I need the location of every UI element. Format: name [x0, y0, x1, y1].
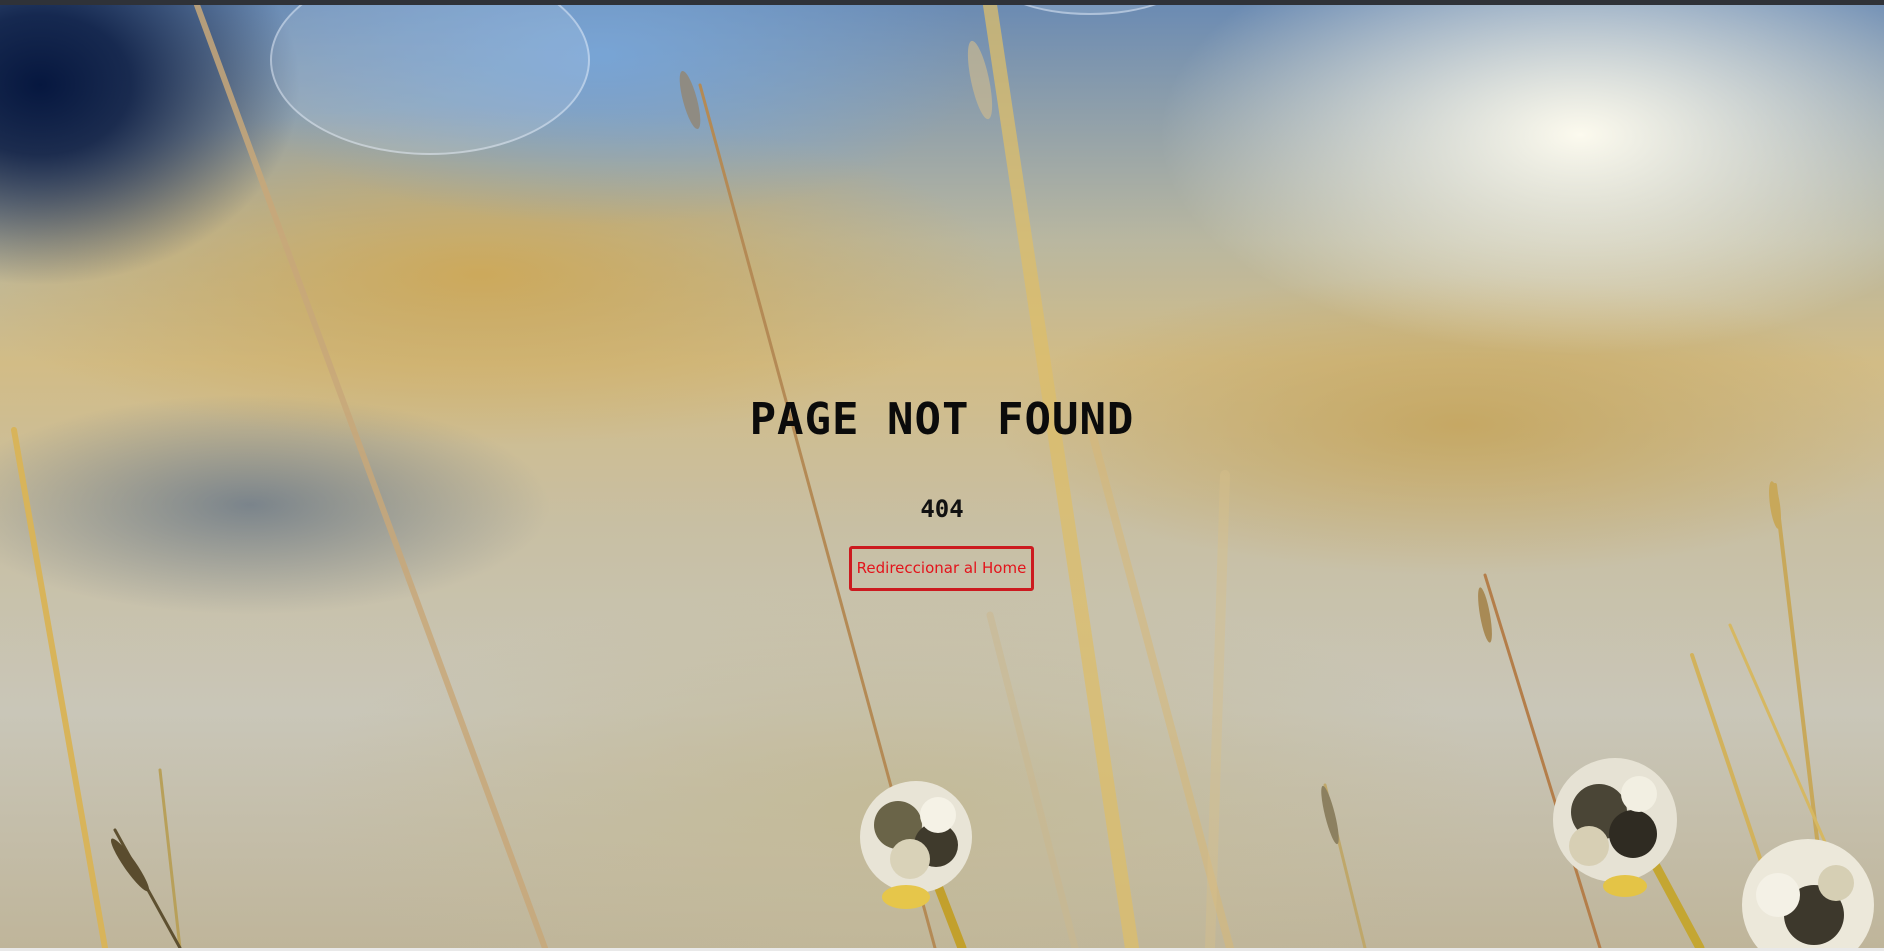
error-page: PAGE NOT FOUND 404 Redireccionar al Home	[0, 5, 1884, 948]
error-code: 404	[920, 495, 964, 523]
page-title: PAGE NOT FOUND	[749, 394, 1135, 445]
redirect-home-button[interactable]: Redireccionar al Home	[849, 546, 1034, 591]
